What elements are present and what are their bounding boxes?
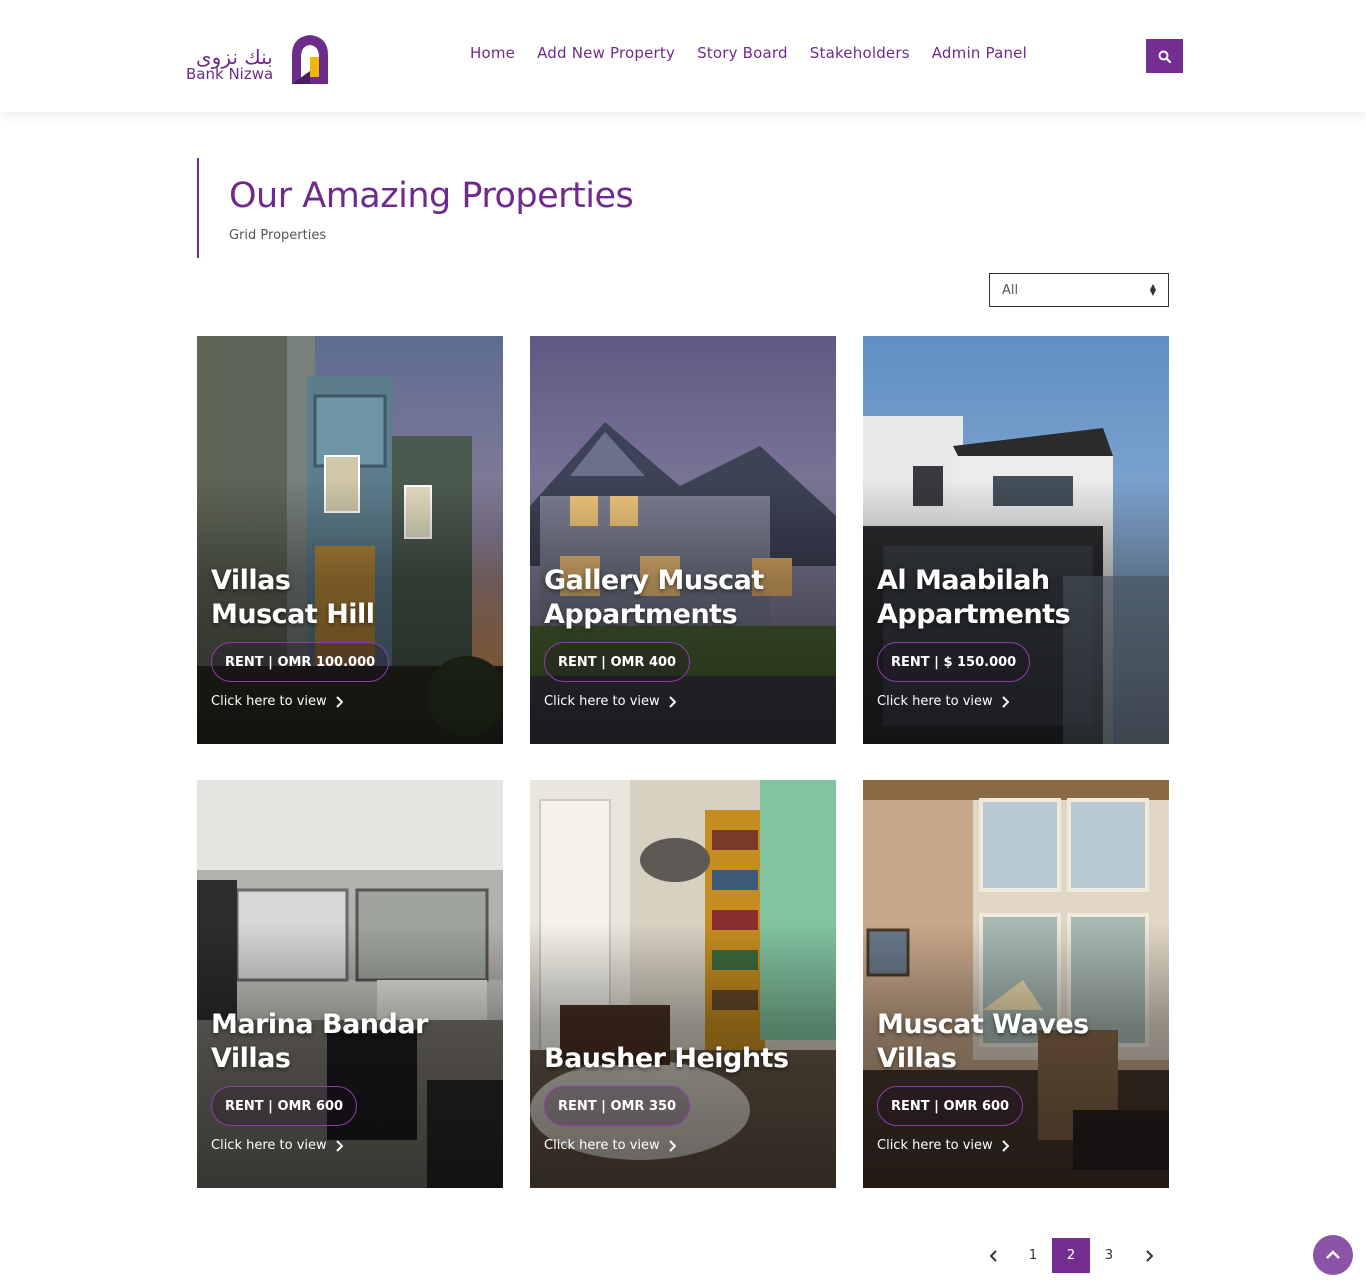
chevron-right-icon bbox=[1001, 695, 1009, 708]
property-title-line2: Muscat Hill bbox=[211, 599, 375, 630]
page-title: Our Amazing Properties bbox=[229, 176, 634, 216]
nav-home[interactable]: Home bbox=[470, 44, 515, 62]
nav-story-board[interactable]: Story Board bbox=[697, 44, 788, 62]
property-title-line2: Appartments bbox=[877, 599, 1071, 630]
property-title-line1: Gallery Muscat bbox=[544, 565, 764, 596]
property-title: Bausher Heights bbox=[544, 1042, 834, 1076]
price-badge: RENT | OMR 100.000 bbox=[211, 642, 390, 682]
chevron-up-icon bbox=[1326, 1250, 1340, 1259]
pagination-page-1[interactable]: 1 bbox=[1014, 1238, 1052, 1273]
search-icon bbox=[1158, 50, 1171, 63]
view-link-label: Click here to view bbox=[877, 1138, 993, 1153]
price-badge: RENT | OMR 350 bbox=[544, 1086, 691, 1126]
card-overlay bbox=[197, 780, 503, 1188]
select-value: All bbox=[1002, 282, 1019, 298]
property-title: Marina Bandar Villas bbox=[211, 1008, 501, 1076]
view-link-label: Click here to view bbox=[544, 1138, 660, 1153]
pagination-prev[interactable] bbox=[975, 1238, 1013, 1273]
site-header: بنك نزوى Bank Nizwa Home Add New Propert… bbox=[0, 0, 1366, 112]
bank-nizwa-logo[interactable]: بنك نزوى Bank Nizwa bbox=[186, 33, 336, 87]
property-title-line1: Muscat Waves bbox=[877, 1009, 1089, 1040]
pagination-next[interactable] bbox=[1130, 1238, 1168, 1273]
pagination-page-2[interactable]: 2 bbox=[1052, 1238, 1090, 1273]
view-link-label: Click here to view bbox=[877, 694, 993, 709]
property-title: Gallery Muscat Appartments bbox=[544, 564, 834, 632]
view-link[interactable]: Click here to view bbox=[877, 1138, 1009, 1153]
property-title: Villas Muscat Hill bbox=[211, 564, 501, 632]
section-heading: Our Amazing Properties Grid Properties bbox=[197, 158, 634, 258]
view-link[interactable]: Click here to view bbox=[544, 1138, 676, 1153]
scroll-to-top-button[interactable] bbox=[1313, 1235, 1353, 1275]
logo-mark-icon bbox=[292, 35, 328, 84]
property-title-line2: Villas bbox=[211, 1043, 291, 1074]
price-badge: RENT | OMR 400 bbox=[544, 642, 691, 682]
property-type-select[interactable]: All ▲ ▼ bbox=[989, 273, 1169, 307]
view-link[interactable]: Click here to view bbox=[211, 1138, 343, 1153]
main-nav: Home Add New Property Story Board Stakeh… bbox=[470, 44, 1049, 62]
property-title-line2: Villas bbox=[877, 1043, 957, 1074]
property-card[interactable]: Villas Muscat Hill RENT | OMR 100.000 Cl… bbox=[197, 336, 503, 744]
property-card[interactable]: Gallery Muscat Appartments RENT | OMR 40… bbox=[530, 336, 836, 744]
property-title-line2: Appartments bbox=[544, 599, 738, 630]
pagination-page-3[interactable]: 3 bbox=[1090, 1238, 1128, 1273]
view-link-label: Click here to view bbox=[211, 1138, 327, 1153]
view-link[interactable]: Click here to view bbox=[211, 694, 343, 709]
logo-latin-text: Bank Nizwa bbox=[186, 65, 274, 83]
property-title-line1: Al Maabilah bbox=[877, 565, 1050, 596]
property-title-line2: Bausher Heights bbox=[544, 1043, 789, 1074]
card-overlay bbox=[530, 336, 836, 744]
chevron-right-icon bbox=[668, 695, 676, 708]
select-arrows-icon: ▲ ▼ bbox=[1149, 282, 1156, 297]
property-title: Muscat Waves Villas bbox=[877, 1008, 1167, 1076]
property-title: Al Maabilah Appartments bbox=[877, 564, 1167, 632]
card-overlay bbox=[530, 780, 836, 1188]
page-subtitle: Grid Properties bbox=[229, 228, 327, 243]
price-badge: RENT | OMR 600 bbox=[877, 1086, 1024, 1126]
view-link[interactable]: Click here to view bbox=[877, 694, 1009, 709]
property-title-line1: Marina Bandar bbox=[211, 1009, 428, 1040]
nav-admin-panel[interactable]: Admin Panel bbox=[932, 44, 1027, 62]
property-title-line1: Villas bbox=[211, 565, 291, 596]
card-overlay bbox=[197, 336, 503, 744]
chevron-right-icon bbox=[668, 1139, 676, 1152]
chevron-left-icon bbox=[990, 1249, 997, 1262]
chevron-right-icon bbox=[1001, 1139, 1009, 1152]
property-card[interactable]: Al Maabilah Appartments RENT | $ 150.000… bbox=[863, 336, 1169, 744]
view-link-label: Click here to view bbox=[211, 694, 327, 709]
property-card[interactable]: Marina Bandar Villas RENT | OMR 600 Clic… bbox=[197, 780, 503, 1188]
view-link-label: Click here to view bbox=[544, 694, 660, 709]
card-overlay bbox=[863, 780, 1169, 1188]
chevron-right-icon bbox=[1146, 1249, 1153, 1262]
price-badge: RENT | $ 150.000 bbox=[877, 642, 1031, 682]
chevron-right-icon bbox=[335, 695, 343, 708]
nav-stakeholders[interactable]: Stakeholders bbox=[810, 44, 910, 62]
property-card[interactable]: Muscat Waves Villas RENT | OMR 600 Click… bbox=[863, 780, 1169, 1188]
chevron-right-icon bbox=[335, 1139, 343, 1152]
search-button[interactable] bbox=[1146, 39, 1183, 73]
price-badge: RENT | OMR 600 bbox=[211, 1086, 358, 1126]
property-card[interactable]: Bausher Heights RENT | OMR 350 Click her… bbox=[530, 780, 836, 1188]
view-link[interactable]: Click here to view bbox=[544, 694, 676, 709]
nav-add-new-property[interactable]: Add New Property bbox=[537, 44, 675, 62]
card-overlay bbox=[863, 336, 1169, 744]
